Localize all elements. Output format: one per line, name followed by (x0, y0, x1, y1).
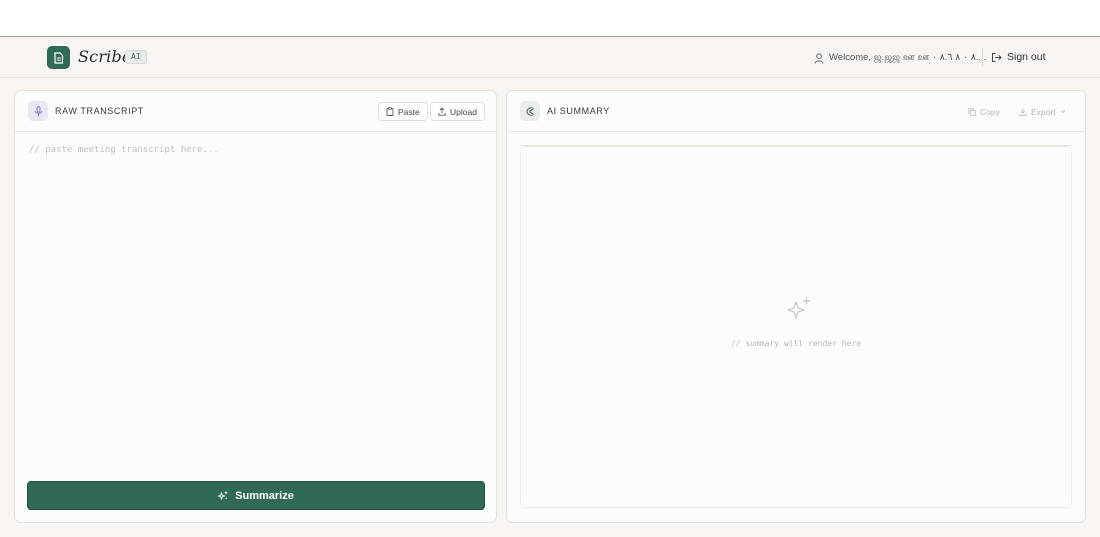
transcript-panel-title: RAW TRANSCRIPT (55, 106, 144, 116)
paste-label: Paste (398, 106, 420, 117)
microphone-icon (34, 105, 42, 116)
ai-logo-badge (520, 101, 540, 121)
upload-icon (438, 107, 446, 116)
copy-label: Copy (980, 106, 1000, 117)
ai-badge: AI (125, 50, 147, 64)
browser-top-strip (0, 0, 1100, 37)
download-icon (1019, 108, 1027, 116)
sparkles-icon (218, 490, 229, 501)
welcome-text: Welcome, ஜ.ஜஜ ஊ ஊ ۰ ٨ ٠ ٨ ٨.٦.... (829, 52, 987, 63)
chevron-down-icon (1060, 110, 1065, 114)
summary-panel: AI SUMMARY Copy Export // summary will r… (506, 90, 1086, 523)
header-divider (982, 48, 983, 66)
document-icon (54, 51, 64, 64)
sign-out-label: Sign out (1007, 51, 1046, 63)
summary-output-area: // summary will render here (520, 146, 1072, 508)
transcript-panel-header: RAW TRANSCRIPT Paste Upload (15, 91, 496, 132)
app-header: Scribe AI Welcome, ஜ.ஜஜ ஊ ஊ ۰ ٨ ٠ ٨ ٨.٦.… (0, 38, 1100, 78)
summary-panel-title: AI SUMMARY (547, 106, 610, 116)
ai-logo-icon (525, 106, 534, 116)
summarize-button[interactable]: Summarize (27, 481, 485, 510)
summary-panel-header: AI SUMMARY Copy Export (507, 91, 1085, 132)
transcript-input[interactable] (16, 133, 496, 469)
upload-label: Upload (450, 106, 477, 117)
upload-button[interactable]: Upload (430, 102, 485, 121)
transcript-panel: RAW TRANSCRIPT Paste Upload Summarize (14, 90, 497, 523)
export-button[interactable]: Export (1019, 102, 1066, 121)
app-logo (47, 46, 70, 69)
microphone-badge (28, 101, 48, 121)
sparkles-icon (787, 297, 811, 319)
brand-name: Scribe (78, 47, 132, 66)
copy-button[interactable]: Copy (968, 102, 1000, 121)
export-label: Export (1031, 106, 1056, 117)
clipboard-icon (386, 107, 394, 116)
copy-icon (968, 107, 976, 116)
welcome-message: Welcome, ஜ.ஜஜ ஊ ஊ ۰ ٨ ٠ ٨ ٨.٦.... (814, 51, 986, 65)
summary-empty-text: // summary will render here (730, 339, 862, 348)
sign-out-icon (992, 52, 1002, 62)
paste-button[interactable]: Paste (378, 102, 428, 121)
user-icon (814, 52, 824, 64)
sign-out-button[interactable]: Sign out (991, 48, 1046, 66)
summarize-label: Summarize (235, 489, 294, 502)
